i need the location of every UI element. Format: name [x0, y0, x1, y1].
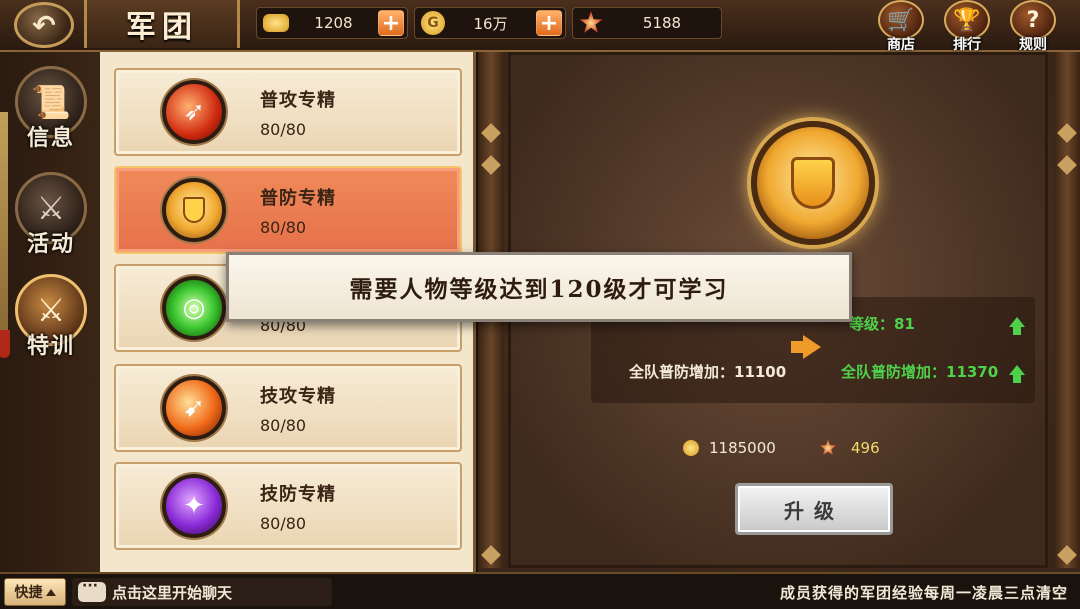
sidebar-item-label: 活动 — [26, 231, 75, 257]
sidebar-item-training[interactable]: ⚔ 特训 — [12, 274, 90, 359]
upgrade-button[interactable]: 升级 — [735, 483, 893, 535]
chevron-up-icon — [45, 588, 56, 596]
gold-coin-icon — [683, 440, 699, 456]
quick-label: 快捷 — [14, 585, 43, 601]
arrow-right-icon — [791, 335, 821, 359]
skill-item-skill-attack[interactable]: ➹ 技攻专精 80/80 — [114, 364, 462, 452]
tassel-end-decoration — [0, 330, 10, 358]
weekly-notice: 成员获得的军团经验每周一凌晨三点清空 — [779, 584, 1068, 602]
medal-cost-value: 496 — [851, 439, 880, 457]
gold-coin-icon: G — [421, 11, 445, 35]
sidebar-item-label: 特训 — [26, 333, 75, 359]
gold-resource: G 16万 + — [414, 7, 566, 39]
back-arrow-icon: ↶ — [32, 8, 56, 42]
medal-cost: 496 — [819, 439, 880, 457]
ingot-value: 1208 — [314, 14, 353, 32]
up-arrow-icon — [1009, 317, 1025, 335]
skill-name: 技防专精 — [260, 484, 336, 505]
shield-shape — [791, 157, 835, 209]
ingot-resource: 1208 + — [256, 7, 408, 39]
ranking-label: 排行 — [953, 37, 981, 53]
title-plate: 军团 — [84, 0, 240, 48]
skill-progress: 80/80 — [260, 218, 307, 237]
defense-shield-icon — [751, 121, 875, 245]
green-vortex-icon: ◎ — [162, 276, 226, 340]
skill-attack-icon: ➹ — [162, 376, 226, 440]
requirement-toast: 需要人物等级达到120级才可学习 — [226, 252, 852, 322]
sidebar: 📜 信息 ⚔ 活动 ⚔ 特训 — [0, 52, 100, 572]
legion-medal-icon — [579, 11, 603, 33]
skill-defense-icon: ✦ — [162, 474, 226, 538]
chat-input[interactable]: 点击这里开始聊天 — [72, 578, 332, 606]
ranking-button[interactable]: 🏆 排行 — [940, 0, 994, 53]
page-title: 军团 — [126, 10, 198, 45]
skill-name: 普攻专精 — [260, 90, 336, 111]
normal-attack-icon: ➶ — [162, 80, 226, 144]
skill-name: 技攻专精 — [260, 386, 336, 407]
sidebar-item-activity[interactable]: ⚔ 活动 — [12, 172, 90, 257]
rules-label: 规则 — [1019, 37, 1047, 53]
next-level-stat: 等级：81 — [849, 315, 915, 333]
bottom-bar: 快捷 点击这里开始聊天 成员获得的军团经验每周一凌晨三点清空 — [0, 572, 1080, 609]
skill-name: 普防专精 — [260, 188, 336, 209]
normal-defense-icon — [162, 178, 226, 242]
skill-item-normal-attack[interactable]: ➶ 普攻专精 80/80 — [114, 68, 462, 156]
toast-message: 需要人物等级达到120级才可学习 — [349, 276, 729, 303]
skill-progress: 80/80 — [260, 120, 307, 139]
skill-item-normal-defense[interactable]: 普防专精 80/80 — [114, 166, 462, 254]
legion-medal-icon — [819, 439, 837, 456]
shop-label: 商店 — [887, 37, 915, 53]
ingot-icon — [263, 14, 289, 32]
sidebar-item-label: 信息 — [26, 125, 75, 151]
back-button[interactable]: ↶ — [14, 2, 74, 48]
sidebar-item-info[interactable]: 📜 信息 — [12, 66, 90, 151]
add-ingot-button[interactable]: + — [378, 10, 404, 36]
top-bar: ↶ 军团 1208 + G 16万 + 5188 🛒 商店 🏆 排行 ? 规则 — [0, 0, 1080, 53]
current-team-defense: 全队普防增加：11100 — [629, 363, 787, 381]
quick-button[interactable]: 快捷 — [4, 578, 66, 606]
chat-bubble-icon — [78, 578, 106, 602]
skill-progress: 80/80 — [260, 416, 307, 435]
rules-button[interactable]: ? 规则 — [1006, 0, 1060, 53]
gold-value: 16万 — [473, 14, 508, 33]
up-arrow-icon — [1009, 365, 1025, 383]
skill-item-skill-defense[interactable]: ✦ 技防专精 80/80 — [114, 462, 462, 550]
tassel-decoration — [0, 112, 8, 332]
gold-cost-value: 1185000 — [709, 439, 776, 457]
medal-value: 5188 — [642, 14, 682, 32]
next-team-defense: 全队普防增加：11370 — [841, 363, 999, 381]
medal-resource: 5188 — [572, 7, 722, 39]
skill-progress: 80/80 — [260, 514, 307, 533]
chat-placeholder: 点击这里开始聊天 — [112, 583, 233, 602]
shop-button[interactable]: 🛒 商店 — [874, 0, 928, 53]
add-gold-button[interactable]: + — [536, 10, 562, 36]
gold-cost: 1185000 — [683, 439, 776, 457]
